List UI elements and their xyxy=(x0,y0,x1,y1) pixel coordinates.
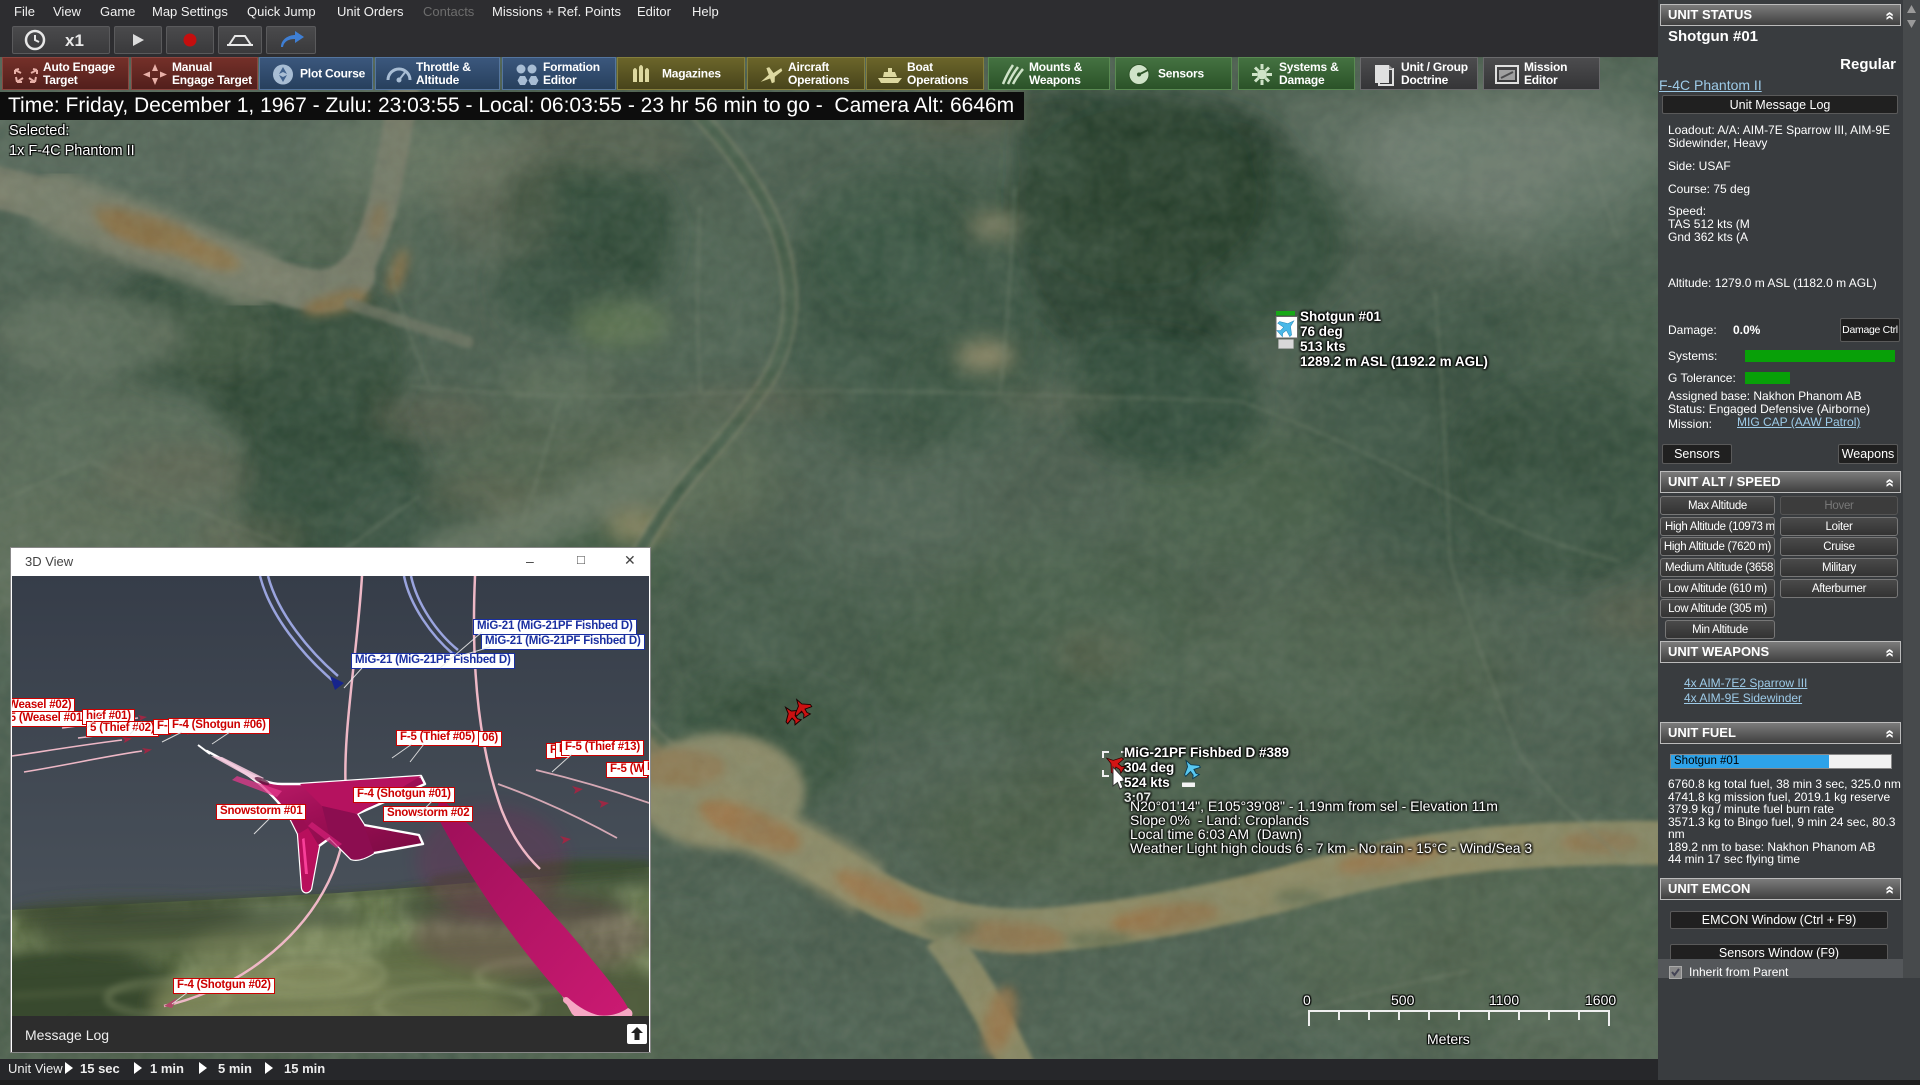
svg-text:x1: x1 xyxy=(65,31,84,50)
